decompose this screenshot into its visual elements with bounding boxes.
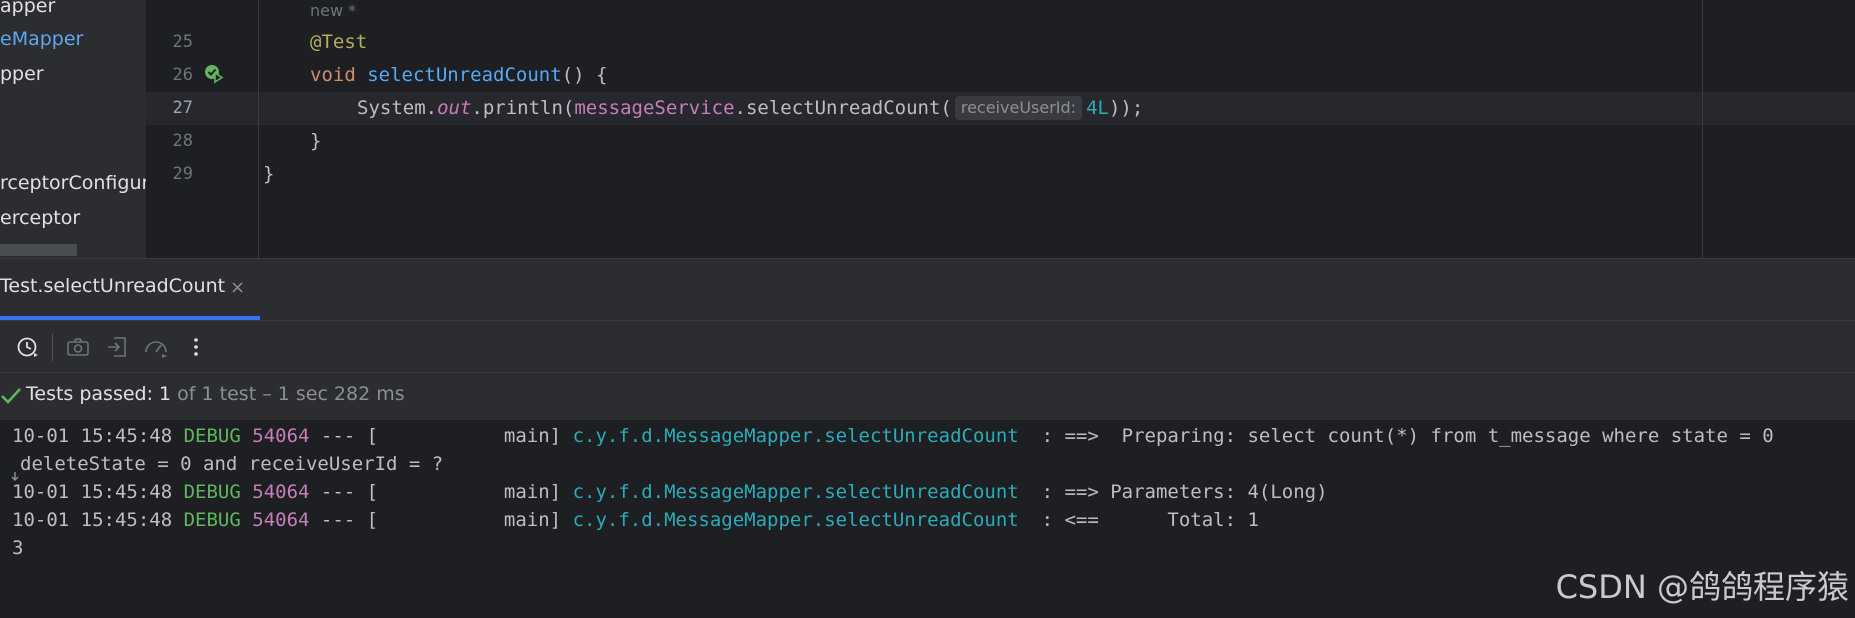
method-call-token: .println( xyxy=(471,97,575,119)
punctuation-token: () { xyxy=(561,64,608,86)
code-line-26: void selectUnreadCount() { xyxy=(310,59,607,92)
annotation-token: @Test xyxy=(310,31,368,53)
log-pid: 54064 xyxy=(252,509,310,531)
test-result-summary: Tests passed: 1 of 1 test – 1 sec 282 ms xyxy=(26,383,405,405)
log-message: : <== Total: 1 xyxy=(1018,509,1259,531)
line-number: 28 xyxy=(172,131,193,151)
log-message: : ==> Preparing: select count(*) from t_… xyxy=(1018,425,1774,447)
code-line-29: } xyxy=(263,163,275,185)
watermark: CSDN @鸽鸽程序猿 xyxy=(1555,568,1849,606)
log-logger: c.y.f.d.MessageMapper.selectUnreadCount xyxy=(572,425,1019,447)
run-tool-window-header: Test.selectUnreadCount × xyxy=(0,258,1855,320)
code-line-27: System.out.println(messageService.select… xyxy=(357,92,1143,125)
code-line-28: } xyxy=(310,130,322,152)
import-icon[interactable] xyxy=(104,333,132,361)
sidebar-item[interactable]: apper xyxy=(0,0,55,19)
log-logger: c.y.f.d.MessageMapper.selectUnreadCount xyxy=(572,509,1019,531)
parameter-hint: receiveUserId: xyxy=(954,96,1083,120)
line-number: 26 xyxy=(172,65,193,85)
method-name-token: selectUnreadCount xyxy=(367,64,562,86)
log-timestamp: 10-01 15:45:48 xyxy=(12,425,173,447)
tab-label: Test.selectUnreadCount xyxy=(0,275,226,297)
soft-wrap-icon xyxy=(11,472,19,481)
check-icon xyxy=(1,388,21,404)
log-thread: --- [ main] xyxy=(309,425,573,447)
close-icon[interactable]: × xyxy=(230,277,245,298)
more-icon[interactable] xyxy=(182,333,210,361)
number-token: 4L xyxy=(1086,97,1109,119)
tests-detail-label: of 1 test – 1 sec 282 ms xyxy=(171,383,405,405)
log-timestamp: 10-01 15:45:48 xyxy=(12,509,173,531)
code-line-25: @Test xyxy=(310,26,367,59)
keyword-token: void xyxy=(310,64,356,86)
log-timestamp: 10-01 15:45:48 xyxy=(12,481,173,503)
gutter-divider xyxy=(258,0,259,258)
punctuation-token: )); xyxy=(1108,97,1144,119)
log-level: DEBUG xyxy=(183,425,241,447)
project-sidebar: apper eMapper pper rceptorConfigure erce… xyxy=(0,0,146,258)
class-token: System. xyxy=(357,97,438,119)
tests-passed-label: Tests passed: 1 xyxy=(26,383,172,405)
log-level: DEBUG xyxy=(183,509,241,531)
log-message: : ==> Parameters: 4(Long) xyxy=(1018,481,1328,503)
run-toolbar xyxy=(0,320,1855,372)
toolbar-separator xyxy=(52,333,53,361)
coverage-icon[interactable] xyxy=(142,333,170,361)
line-number: 29 xyxy=(172,164,193,184)
camera-icon[interactable] xyxy=(64,333,92,361)
log-thread: --- [ main] xyxy=(309,509,573,531)
code-editor[interactable]: new * 25 26 27 28 29 @Test void selectUn… xyxy=(146,0,1855,258)
sidebar-item-selected[interactable]: eMapper xyxy=(0,26,83,52)
sidebar-item[interactable]: pper xyxy=(0,61,44,87)
run-test-gutter-icon[interactable] xyxy=(204,64,224,84)
sidebar-scrollbar[interactable] xyxy=(0,244,77,256)
static-field-token: out xyxy=(437,97,472,119)
method-call-token: .selectUnreadCount( xyxy=(734,97,952,119)
history-icon[interactable] xyxy=(14,333,42,361)
console-line: 3 xyxy=(12,537,24,559)
log-logger: c.y.f.d.MessageMapper.selectUnreadCount xyxy=(572,481,1019,503)
line-number: 25 xyxy=(172,32,193,52)
sidebar-item[interactable]: rceptorConfigure xyxy=(0,170,146,196)
line-number: 27 xyxy=(172,98,193,118)
tab-run-configuration[interactable]: Test.selectUnreadCount × xyxy=(0,259,260,320)
sidebar-item[interactable]: erceptor xyxy=(0,205,80,231)
author-inlay-hint: new * xyxy=(310,1,357,20)
log-thread: --- [ main] xyxy=(309,481,573,503)
log-pid: 54064 xyxy=(252,481,310,503)
field-token: messageService xyxy=(574,97,735,119)
test-status-row: Tests passed: 1 of 1 test – 1 sec 282 ms xyxy=(0,372,1855,420)
console-line: 10-01 15:45:48 DEBUG 54064 --- [ main] c… xyxy=(12,504,1259,537)
log-level: DEBUG xyxy=(183,481,241,503)
log-pid: 54064 xyxy=(252,425,310,447)
right-margin-guide xyxy=(1702,0,1703,258)
